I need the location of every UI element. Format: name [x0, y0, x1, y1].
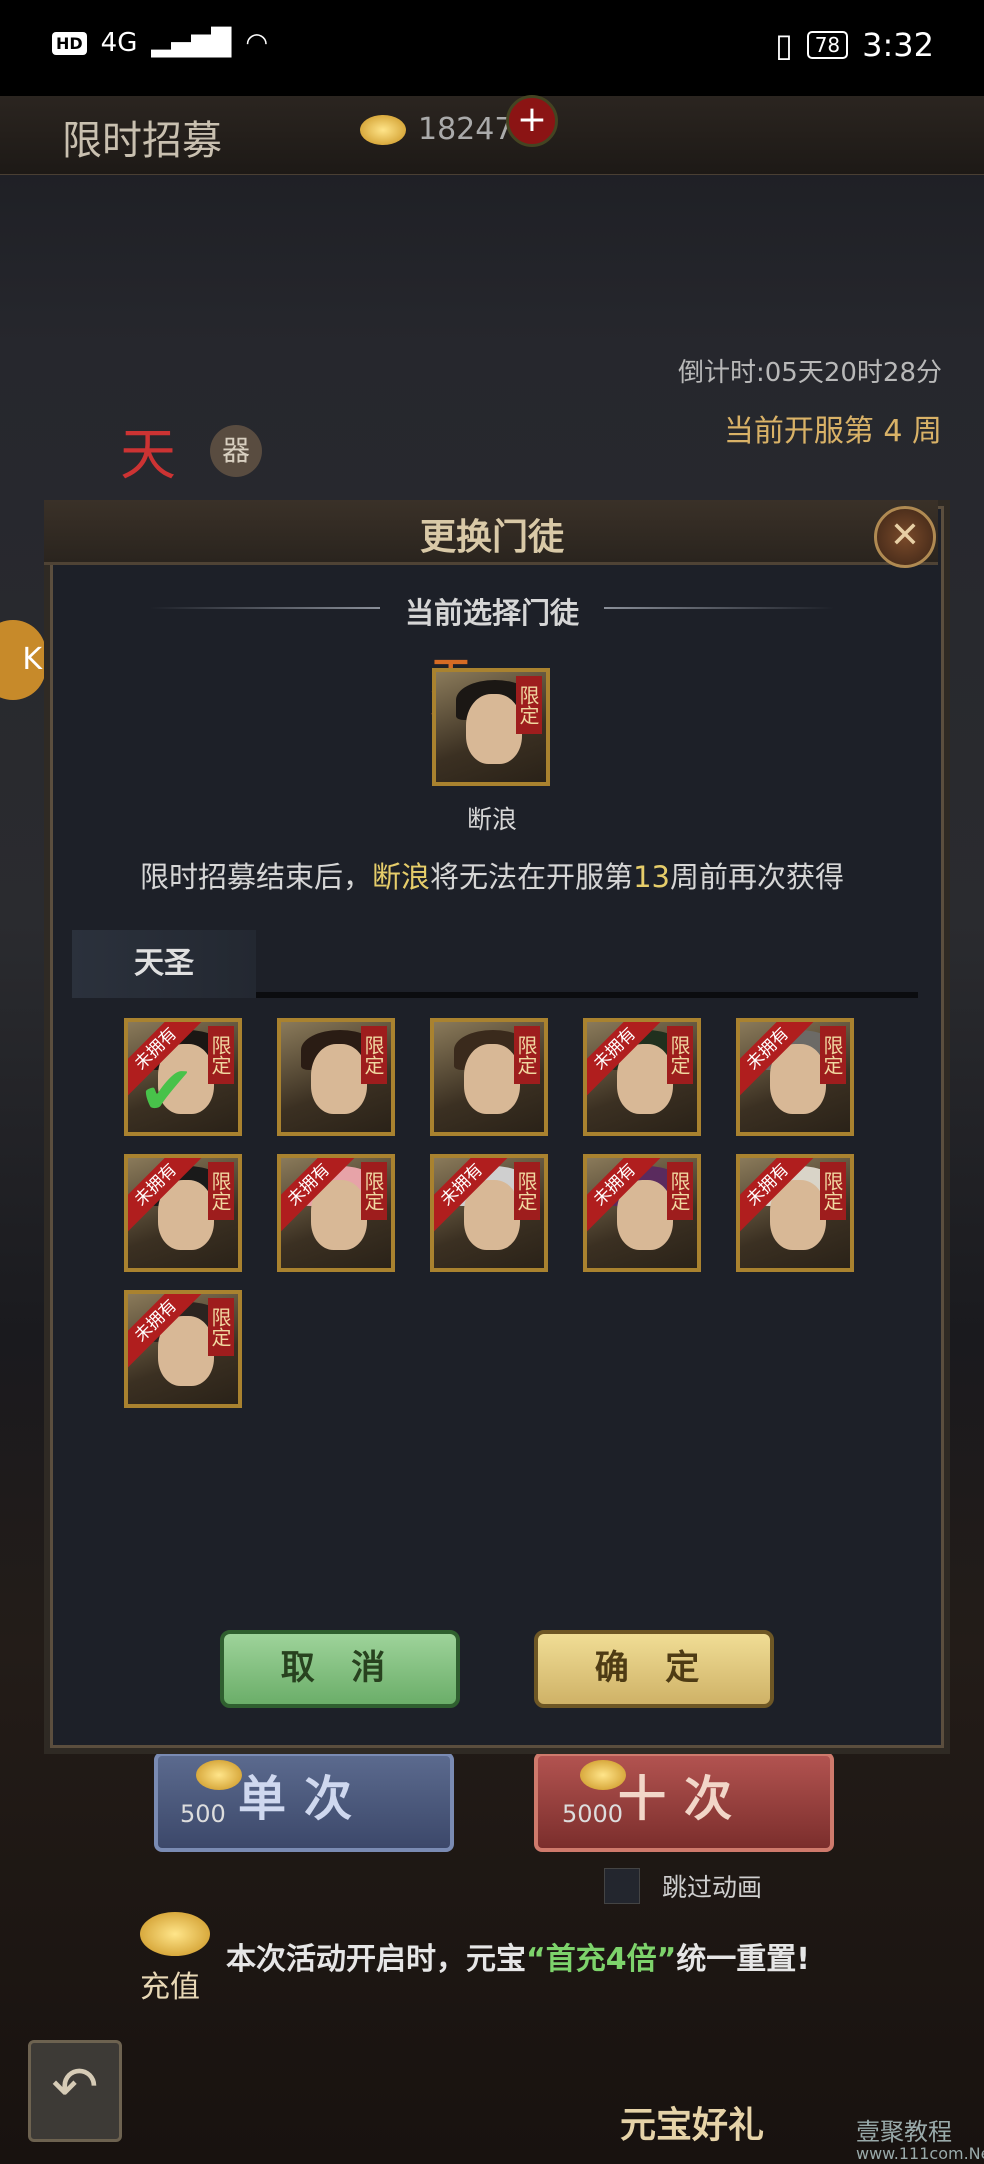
side-event-badge[interactable]: K — [0, 620, 46, 700]
gold-counter: 18247 — [360, 112, 513, 147]
vibrate-icon: ▯ — [775, 26, 793, 64]
disciple-portrait[interactable]: 限定 未拥有 ✔ — [124, 1018, 242, 1136]
status-bar: HD 4G ▂▄▆█ ◠ ▯ 78 3:32 — [0, 0, 984, 96]
notice-suffix: 周前再次获得 — [669, 860, 844, 894]
recharge-button[interactable]: 充值 — [140, 1962, 200, 2006]
banner-suffix: 统一重置! — [676, 1942, 810, 1977]
disciple-portrait[interactable]: 限定 未拥有 — [124, 1290, 242, 1408]
close-icon: ✕ — [889, 515, 921, 556]
notice-prefix: 限时招募结束后， — [140, 860, 373, 894]
back-arrow-icon: ↶ — [51, 2055, 99, 2120]
equipment-badge: 器 — [210, 425, 262, 477]
clock: 3:32 — [862, 26, 934, 64]
wifi-icon: ◠ — [245, 28, 269, 58]
gold-ingot-icon — [580, 1760, 626, 1790]
notice-mid: 将无法在开服第 — [430, 860, 634, 894]
tab-underline-bar — [256, 992, 918, 998]
ingot-gift-button[interactable]: 元宝好礼 — [620, 2096, 764, 2148]
disciple-portrait[interactable]: 限定 未拥有 — [583, 1018, 701, 1136]
limited-badge: 限定 — [208, 1026, 234, 1084]
gold-ingot-icon — [196, 1760, 242, 1790]
gold-ingot-icon — [360, 114, 406, 145]
event-banner: 本次活动开启时，元宝“首充4倍”统一重置! — [226, 1934, 810, 1978]
disciple-portrait[interactable]: 限定 未拥有 — [583, 1154, 701, 1272]
limited-badge: 限定 — [820, 1026, 846, 1084]
current-disciple-name: 断浪 — [466, 805, 517, 834]
watermark: 壹聚教程 — [856, 2118, 952, 2146]
confirm-button[interactable]: 确 定 — [534, 1630, 774, 1708]
disciple-portrait[interactable]: 限定 未拥有 — [736, 1018, 854, 1136]
back-button[interactable]: ↶ — [28, 2040, 122, 2142]
dialog-title: 更换门徒 — [419, 517, 564, 557]
limited-badge: 限定 — [361, 1162, 387, 1220]
disciple-portrait[interactable]: 限定 未拥有 — [736, 1154, 854, 1272]
current-disciple-portrait: 限定 — [432, 668, 550, 786]
limited-badge: 限定 — [208, 1298, 234, 1356]
section-heading: 当前选择门徒 — [404, 596, 579, 630]
server-week: 当前开服第 4 周 — [723, 414, 942, 449]
signal-icon: ▂▄▆█ — [151, 28, 232, 58]
limited-badge: 限定 — [514, 1026, 540, 1084]
limited-badge: 限定 — [820, 1162, 846, 1220]
disciple-portrait[interactable]: 限定 — [277, 1018, 395, 1136]
network-indicator: 4G — [100, 28, 138, 58]
limited-badge: 限定 — [516, 676, 542, 734]
disciple-portrait[interactable]: 限定 — [430, 1018, 548, 1136]
close-button[interactable]: ✕ — [874, 506, 936, 568]
hero-tier-mark: 天 — [120, 425, 176, 487]
disciple-portrait[interactable]: 限定 未拥有 — [277, 1154, 395, 1272]
recharge-ingot-icon[interactable] — [140, 1912, 210, 1956]
limited-badge: 限定 — [514, 1162, 540, 1220]
page-title: 限时招募 — [62, 118, 222, 163]
single-draw-label: 单次 — [237, 1773, 370, 1826]
limited-badge: 限定 — [208, 1162, 234, 1220]
recruit-notice: 限时招募结束后，断浪将无法在开服第13周前再次获得 — [0, 854, 984, 896]
limited-badge: 限定 — [361, 1026, 387, 1084]
watermark-url: www.111com.Net — [856, 2144, 984, 2163]
banner-highlight: “首充4倍” — [526, 1942, 677, 1977]
tab-tiansheng[interactable]: 天圣 — [72, 930, 256, 998]
cancel-button[interactable]: 取 消 — [220, 1630, 460, 1708]
skip-animation-checkbox[interactable] — [604, 1868, 640, 1904]
ten-draw-cost: 5000 — [562, 1800, 624, 1828]
hd-indicator: HD — [52, 31, 87, 55]
countdown-timer: 倒计时:05天20时28分 — [677, 358, 942, 388]
banner-prefix: 本次活动开启时，元宝 — [226, 1942, 526, 1977]
single-draw-cost: 500 — [180, 1800, 226, 1828]
gold-amount: 18247 — [418, 112, 514, 147]
skip-animation-label: 跳过动画 — [662, 1873, 763, 1902]
add-gold-button[interactable]: + — [506, 95, 558, 147]
selected-check-icon: ✔ — [138, 1052, 195, 1131]
notice-name: 断浪 — [372, 860, 431, 894]
limited-badge: 限定 — [667, 1162, 693, 1220]
disciple-portrait[interactable]: 限定 未拥有 — [124, 1154, 242, 1272]
ten-draw-label: 十次 — [617, 1773, 750, 1826]
limited-badge: 限定 — [667, 1026, 693, 1084]
disciple-portrait[interactable]: 限定 未拥有 — [430, 1154, 548, 1272]
notice-week: 13 — [633, 860, 670, 894]
battery-indicator: 78 — [806, 31, 849, 59]
